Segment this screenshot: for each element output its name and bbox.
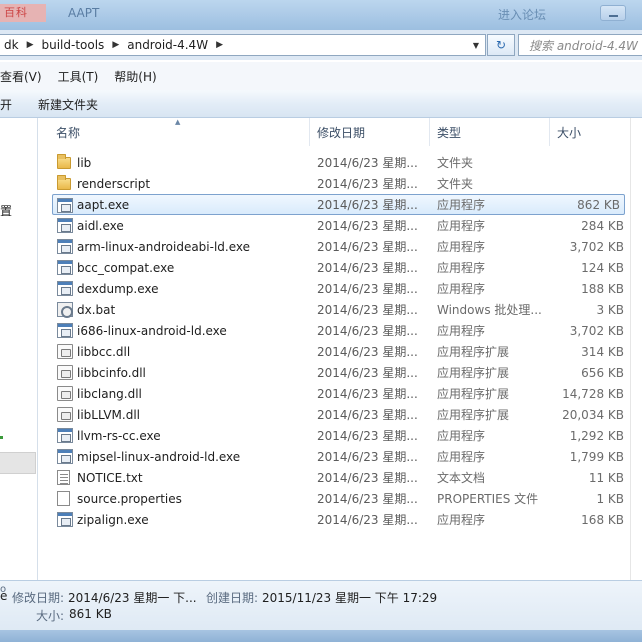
window-title: AAPT [68,6,100,20]
exe-icon [57,239,73,254]
exe-icon [57,198,73,213]
text-file-icon [57,470,70,485]
details-created-label: 创建日期: [206,591,259,605]
menu-help[interactable]: 帮助(H) [106,68,164,85]
details-size-value: 861 KB [69,607,112,621]
nav-indicator [0,436,3,439]
file-row[interactable]: arm-linux-androideabi-ld.exe 2014/6/23 星期… [39,236,642,257]
file-row[interactable]: libbcinfo.dll 2014/6/23 星期... 应用程序扩展 656 KB [39,362,642,383]
refresh-button[interactable]: ↻ [487,34,515,56]
file-row[interactable]: libbcc.dll 2014/6/23 星期... 应用程序扩展 314 KB [39,341,642,362]
file-row[interactable]: aidl.exe 2014/6/23 星期... 应用程序 284 KB [39,215,642,236]
breadcrumb-build-tools[interactable]: build-tools ▶ [38,35,124,55]
details-created-value: 2015/11/23 星期一 下午 17:29 [262,591,438,605]
exe-icon [57,260,73,275]
chevron-right-icon[interactable]: ▶ [108,40,123,50]
file-row[interactable]: NOTICE.txt 2014/6/23 星期... 文本文档 11 KB [39,467,642,488]
file-row[interactable]: libLLVM.dll 2014/6/23 星期... 应用程序扩展 20,034 K… [39,404,642,425]
exe-icon [57,323,73,338]
logo-text: 百科 [4,6,28,19]
sort-up-icon: ▲ [175,118,181,126]
blank-file-icon [57,491,70,506]
column-name[interactable]: 名称 ▲ [39,118,310,146]
folder-icon [57,175,71,190]
file-row[interactable]: mipsel-linux-android-ld.exe 2014/6/23 星期.… [39,446,642,467]
file-row[interactable]: zipalign.exe 2014/6/23 星期... 应用程序 168 KB [39,509,642,530]
forum-link[interactable]: 进入论坛 [498,6,546,23]
address-dropdown-icon[interactable]: ▼ [467,35,485,55]
command-bar: 开 新建文件夹 [0,90,642,118]
nav-item-settings[interactable]: 置 [0,202,12,219]
file-row[interactable]: lib 2014/6/23 星期... 文件夹 [39,152,642,173]
dll-icon [57,344,73,359]
details-size-label: 大小: [36,609,65,623]
file-row-selected[interactable]: aapt.exe 2014/6/23 星期... 应用程序 862 KB [52,194,625,215]
menu-tools[interactable]: 工具(T) [50,68,107,85]
address-bar[interactable]: dk ▶ build-tools ▶ android-4.4W ▶ ▼ [0,34,486,56]
column-type[interactable]: 类型 [430,118,550,146]
new-folder-button[interactable]: 新建文件夹 [38,96,98,113]
file-row[interactable]: i686-linux-android-ld.exe 2014/6/23 星期...… [39,320,642,341]
details-modified-label: 修改日期: [12,591,65,605]
menu-view[interactable]: 查看(V) [0,68,50,85]
nav-item-selected[interactable] [0,452,36,474]
column-header: 名称 ▲ 修改日期 类型 大小 [39,118,642,146]
chevron-right-icon[interactable]: ▶ [23,40,38,50]
exe-icon [57,428,73,443]
open-button[interactable]: 开 [0,96,12,113]
file-rows: lib 2014/6/23 星期... 文件夹 renderscript 2014/6… [39,152,642,530]
dll-icon [57,407,73,422]
minimize-button[interactable] [600,5,626,21]
file-row[interactable]: bcc_compat.exe 2014/6/23 星期... 应用程序 124 KB [39,257,642,278]
chevron-right-icon[interactable]: ▶ [212,40,227,50]
file-row[interactable]: renderscript 2014/6/23 星期... 文件夹 [39,173,642,194]
search-input[interactable]: 搜索 android-4.4W [518,34,642,56]
batch-file-icon [57,302,73,318]
breadcrumb-android-4-4w[interactable]: android-4.4W ▶ [123,35,227,55]
file-row[interactable]: dx.bat 2014/6/23 星期... Windows 批处理... 3 KB [39,299,642,320]
navigation-pane: 置 [0,118,38,580]
details-type-fragment: e [0,589,8,603]
menu-bar: 查看(V) 工具(T) 帮助(H) [0,62,642,90]
file-row[interactable]: libclang.dll 2014/6/23 星期... 应用程序扩展 14,728 … [39,383,642,404]
column-size[interactable]: 大小 [550,118,642,146]
dll-icon [57,365,73,380]
vertical-scrollbar[interactable] [630,118,642,580]
breadcrumb-dk[interactable]: dk ▶ [0,35,38,55]
exe-icon [57,218,73,233]
file-row[interactable]: source.properties 2014/6/23 星期... PROPERTI… [39,488,642,509]
exe-icon [57,512,73,527]
window-bottom-border [0,630,642,642]
details-modified-value: 2014/6/23 星期一 下... [68,591,197,605]
exe-icon [57,449,73,464]
exe-icon [57,281,73,296]
column-date[interactable]: 修改日期 [310,118,430,146]
dll-icon [57,386,73,401]
file-row[interactable]: llvm-rs-cc.exe 2014/6/23 星期... 应用程序 1,292 K… [39,425,642,446]
file-row[interactable]: dexdump.exe 2014/6/23 星期... 应用程序 188 KB [39,278,642,299]
folder-icon [57,154,71,169]
file-list: 名称 ▲ 修改日期 类型 大小 lib 2014/6/23 星期... 文件夹 re… [39,118,642,580]
refresh-icon: ↻ [495,38,507,52]
title-bar: 百科 AAPT 进入论坛 [0,0,642,30]
